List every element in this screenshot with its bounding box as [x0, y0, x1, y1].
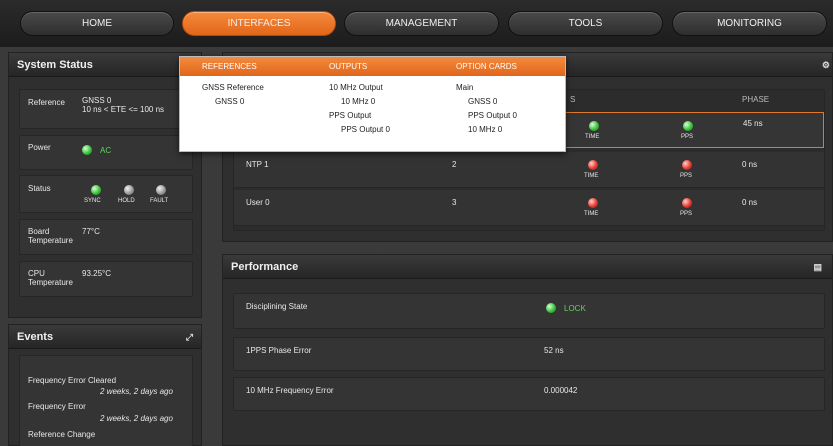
- power-value: AC: [100, 146, 112, 155]
- menu-item-gnss-0[interactable]: GNSS 0: [215, 97, 244, 106]
- system-status-panel: System Status Reference GNSS 0 10 ns < E…: [8, 52, 202, 318]
- nav-monitoring[interactable]: MONITORING: [672, 11, 827, 36]
- col-header-s: S: [570, 95, 576, 104]
- event-item-text: Frequency Error Cleared: [28, 376, 117, 385]
- reference-box: Reference GNSS 0 10 ns < ETE <= 100 ns: [19, 89, 193, 129]
- perf-label: 1PPS Phase Error: [246, 346, 312, 355]
- time-led-icon: [588, 160, 598, 170]
- menu-item-10mhz-output[interactable]: 10 MHz Output: [329, 83, 383, 92]
- system-status-title: System Status: [9, 53, 201, 77]
- menu-item-card-10mhz-0[interactable]: 10 MHz 0: [468, 125, 502, 134]
- board-temp-box: Board Temperature 77°C: [19, 219, 193, 255]
- dropdown-header-references: REFERENCES: [202, 62, 257, 71]
- phase-value: 0 ns: [742, 198, 758, 207]
- status-box: Status SYNC HOLD FAULT: [19, 175, 193, 213]
- ref-priority: 3: [452, 198, 457, 207]
- time-label: TIME: [584, 173, 599, 179]
- chart-icon[interactable]: ▤: [813, 255, 822, 279]
- reference-label: Reference: [28, 98, 65, 107]
- pps-led-icon: [683, 121, 693, 131]
- lock-led-icon: [546, 303, 556, 313]
- board-temp-label2: Temperature: [28, 236, 73, 245]
- fault-label: FAULT: [150, 198, 169, 204]
- pps-label: PPS: [680, 173, 693, 179]
- events-title: Events ⤢: [9, 325, 201, 349]
- perf-row-freq-error: 10 MHz Frequency Error 0.000042: [233, 377, 825, 411]
- nav-home[interactable]: HOME: [20, 11, 174, 36]
- sync-label: SYNC: [84, 198, 101, 204]
- time-label: TIME: [584, 211, 599, 217]
- event-item-time: 2 weeks, 2 days ago: [100, 414, 173, 423]
- pps-led-icon: [682, 160, 692, 170]
- menu-item-card-pps-output-0[interactable]: PPS Output 0: [468, 111, 517, 120]
- table-row[interactable]: NTP 1 2 TIME PPS 0 ns: [234, 152, 824, 188]
- perf-label: Disciplining State: [246, 302, 308, 311]
- interfaces-dropdown: REFERENCES OUTPUTS OPTION CARDS GNSS Ref…: [179, 56, 566, 152]
- performance-title: Performance ▤: [223, 255, 832, 279]
- dropdown-header-option-cards: OPTION CARDS: [456, 62, 517, 71]
- phase-value: 0 ns: [742, 160, 758, 169]
- ref-name: User 0: [246, 198, 270, 207]
- menu-item-pps-output-0[interactable]: PPS Output 0: [341, 125, 390, 134]
- menu-item-card-gnss-0[interactable]: GNSS 0: [468, 97, 497, 106]
- menu-item-10mhz-0[interactable]: 10 MHz 0: [341, 97, 375, 106]
- pps-label: PPS: [681, 134, 694, 140]
- phase-value: 45 ns: [743, 119, 763, 128]
- sync-led-icon: [91, 185, 101, 195]
- dropdown-header: REFERENCES OUTPUTS OPTION CARDS: [180, 57, 565, 76]
- perf-value: 0.000042: [544, 386, 578, 395]
- events-panel: Events ⤢ Frequency Error Cleared 2 weeks…: [8, 324, 202, 446]
- time-led-icon: [589, 121, 599, 131]
- perf-value: 52 ns: [544, 346, 564, 355]
- events-title-text: Events: [17, 331, 54, 343]
- perf-row-disciplining: Disciplining State LOCK: [233, 293, 825, 329]
- pps-label: PPS: [680, 211, 693, 217]
- status-label: Status: [28, 184, 51, 193]
- nav-interfaces[interactable]: INTERFACES: [182, 11, 336, 36]
- power-label: Power: [28, 143, 51, 152]
- power-led-icon: [82, 145, 92, 155]
- cpu-temp-box: CPU Temperature 93.25°C: [19, 261, 193, 297]
- perf-label: 10 MHz Frequency Error: [246, 386, 334, 395]
- expand-icon[interactable]: ⤢: [186, 325, 193, 349]
- event-item-time: 2 weeks, 2 days ago: [100, 387, 173, 396]
- event-item-text: Frequency Error: [28, 402, 86, 411]
- time-label: TIME: [585, 134, 600, 140]
- board-temp-value: 77°C: [82, 227, 100, 236]
- perf-row-pps-error: 1PPS Phase Error 52 ns: [233, 337, 825, 371]
- pps-led-icon: [682, 198, 692, 208]
- nav-tools[interactable]: TOOLS: [508, 11, 663, 36]
- dropdown-header-outputs: OUTPUTS: [329, 62, 368, 71]
- hold-led-icon: [124, 185, 134, 195]
- performance-title-text: Performance: [231, 261, 299, 273]
- reference-ete: 10 ns < ETE <= 100 ns: [82, 105, 165, 114]
- cpu-temp-value: 93.25°C: [82, 269, 111, 278]
- events-list: Frequency Error Cleared 2 weeks, 2 days …: [19, 355, 193, 446]
- ref-name: NTP 1: [246, 160, 269, 169]
- menu-item-pps-output[interactable]: PPS Output: [329, 111, 371, 120]
- power-box: Power AC: [19, 135, 193, 170]
- col-header-phase: PHASE: [742, 95, 770, 104]
- perf-value: LOCK: [564, 304, 586, 313]
- gear-icon[interactable]: ⚙: [822, 53, 830, 77]
- cpu-temp-label2: Temperature: [28, 278, 73, 287]
- hold-label: HOLD: [118, 198, 135, 204]
- event-item-text: Reference Change: [28, 430, 96, 439]
- table-row[interactable]: User 0 3 TIME PPS 0 ns: [234, 190, 824, 226]
- menu-item-main[interactable]: Main: [456, 83, 473, 92]
- performance-panel: Performance ▤ Disciplining State LOCK 1P…: [222, 254, 833, 446]
- top-nav: HOME INTERFACES MANAGEMENT TOOLS MONITOR…: [0, 0, 833, 47]
- ref-priority: 2: [452, 160, 457, 169]
- time-led-icon: [588, 198, 598, 208]
- fault-led-icon: [156, 185, 166, 195]
- nav-management[interactable]: MANAGEMENT: [344, 11, 499, 36]
- menu-item-gnss-reference[interactable]: GNSS Reference: [202, 83, 264, 92]
